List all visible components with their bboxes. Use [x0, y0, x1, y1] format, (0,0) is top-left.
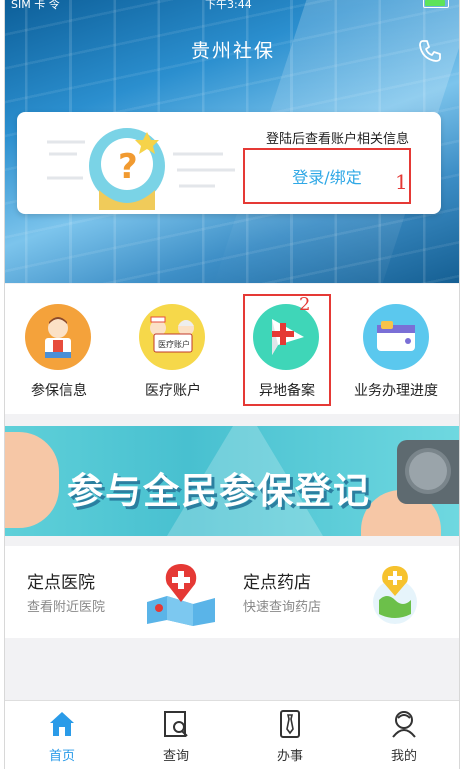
annotation-mark-2: 2 [299, 294, 311, 315]
page-title: 贵州社保 [190, 40, 275, 62]
tab-affairs[interactable]: 办事 [233, 701, 347, 769]
menu-label: 业务办理进度 [354, 383, 438, 399]
login-bind-button[interactable]: 登录/绑定 [243, 148, 411, 204]
tab-home[interactable]: 首页 [5, 701, 119, 769]
battery-icon [423, 0, 449, 8]
card-subtitle: 快速查询药店 [243, 600, 322, 615]
tab-query[interactable]: 查询 [119, 701, 233, 769]
phone-icon[interactable] [417, 38, 443, 64]
app-screen: SIM 卡 令 下午3:44 贵州社保 ? 登陆后查看账户相关信息 登录/绑定 … [4, 0, 460, 769]
designated-points: 定点医院 查看附近医院 定点药店 快速查询药店 [5, 546, 459, 638]
hospital-map-icon [147, 564, 215, 626]
menu-label: 医疗账户 [145, 383, 201, 399]
card-title: 定点医院 [27, 573, 95, 593]
search-doc-icon [164, 711, 188, 737]
hero-banner: SIM 卡 令 下午3:44 贵州社保 ? 登陆后查看账户相关信息 登录/绑定 … [5, 0, 459, 283]
tab-label: 查询 [162, 749, 189, 764]
carrier-label: SIM 卡 令 [11, 0, 60, 11]
pharmacy-globe-icon [373, 566, 417, 624]
tab-bar: 首页 查询 办事 我的 [5, 700, 459, 769]
insurance-info-icon [25, 304, 91, 370]
annotation-mark-1: 1 [395, 170, 408, 194]
clock: 下午3:44 [205, 0, 252, 11]
card-title: 定点药店 [243, 573, 311, 593]
status-bar: SIM 卡 令 下午3:44 [5, 0, 459, 14]
user-icon [392, 711, 416, 738]
menu-label: 异地备案 [259, 383, 315, 399]
medical-account-icon: 医疗账户 [139, 304, 205, 370]
designated-pharmacy-card[interactable]: 定点药店 快速查询药店 [233, 546, 459, 638]
menu-item-remote-filing[interactable]: 异地备案 2 [239, 294, 335, 406]
tab-label: 我的 [390, 749, 417, 764]
login-hint: 登陆后查看账户相关信息 [265, 132, 409, 147]
banner-text: 参与全民参保登记 [67, 471, 372, 512]
home-icon [50, 712, 74, 736]
tie-icon [280, 710, 300, 738]
tab-mine[interactable]: 我的 [347, 701, 459, 769]
menu-item-insurance-info[interactable]: 参保信息 [11, 298, 107, 399]
card-subtitle: 查看附近医院 [27, 600, 106, 615]
tab-label: 首页 [48, 749, 75, 764]
menu-label: 参保信息 [31, 383, 87, 399]
progress-icon [363, 304, 429, 370]
question-avatar-icon: ? [47, 128, 235, 210]
medical-badge-text: 医疗账户 [158, 339, 190, 349]
promo-banner[interactable]: 参与全民参保登记 [5, 426, 459, 536]
camera-icon[interactable] [397, 440, 459, 504]
tab-label: 办事 [276, 749, 303, 764]
login-card: ? 登陆后查看账户相关信息 登录/绑定 1 [17, 112, 441, 214]
quick-menu: 参保信息 医疗账户 医疗账户 异地备案 2 业务办理进度 [5, 284, 459, 414]
menu-item-medical-account[interactable]: 医疗账户 医疗账户 [125, 298, 221, 399]
svg-text:?: ? [118, 147, 138, 187]
hand-left-graphic [5, 432, 59, 528]
menu-item-progress[interactable]: 业务办理进度 [341, 298, 451, 399]
designated-hospital-card[interactable]: 定点医院 查看附近医院 [5, 546, 233, 638]
